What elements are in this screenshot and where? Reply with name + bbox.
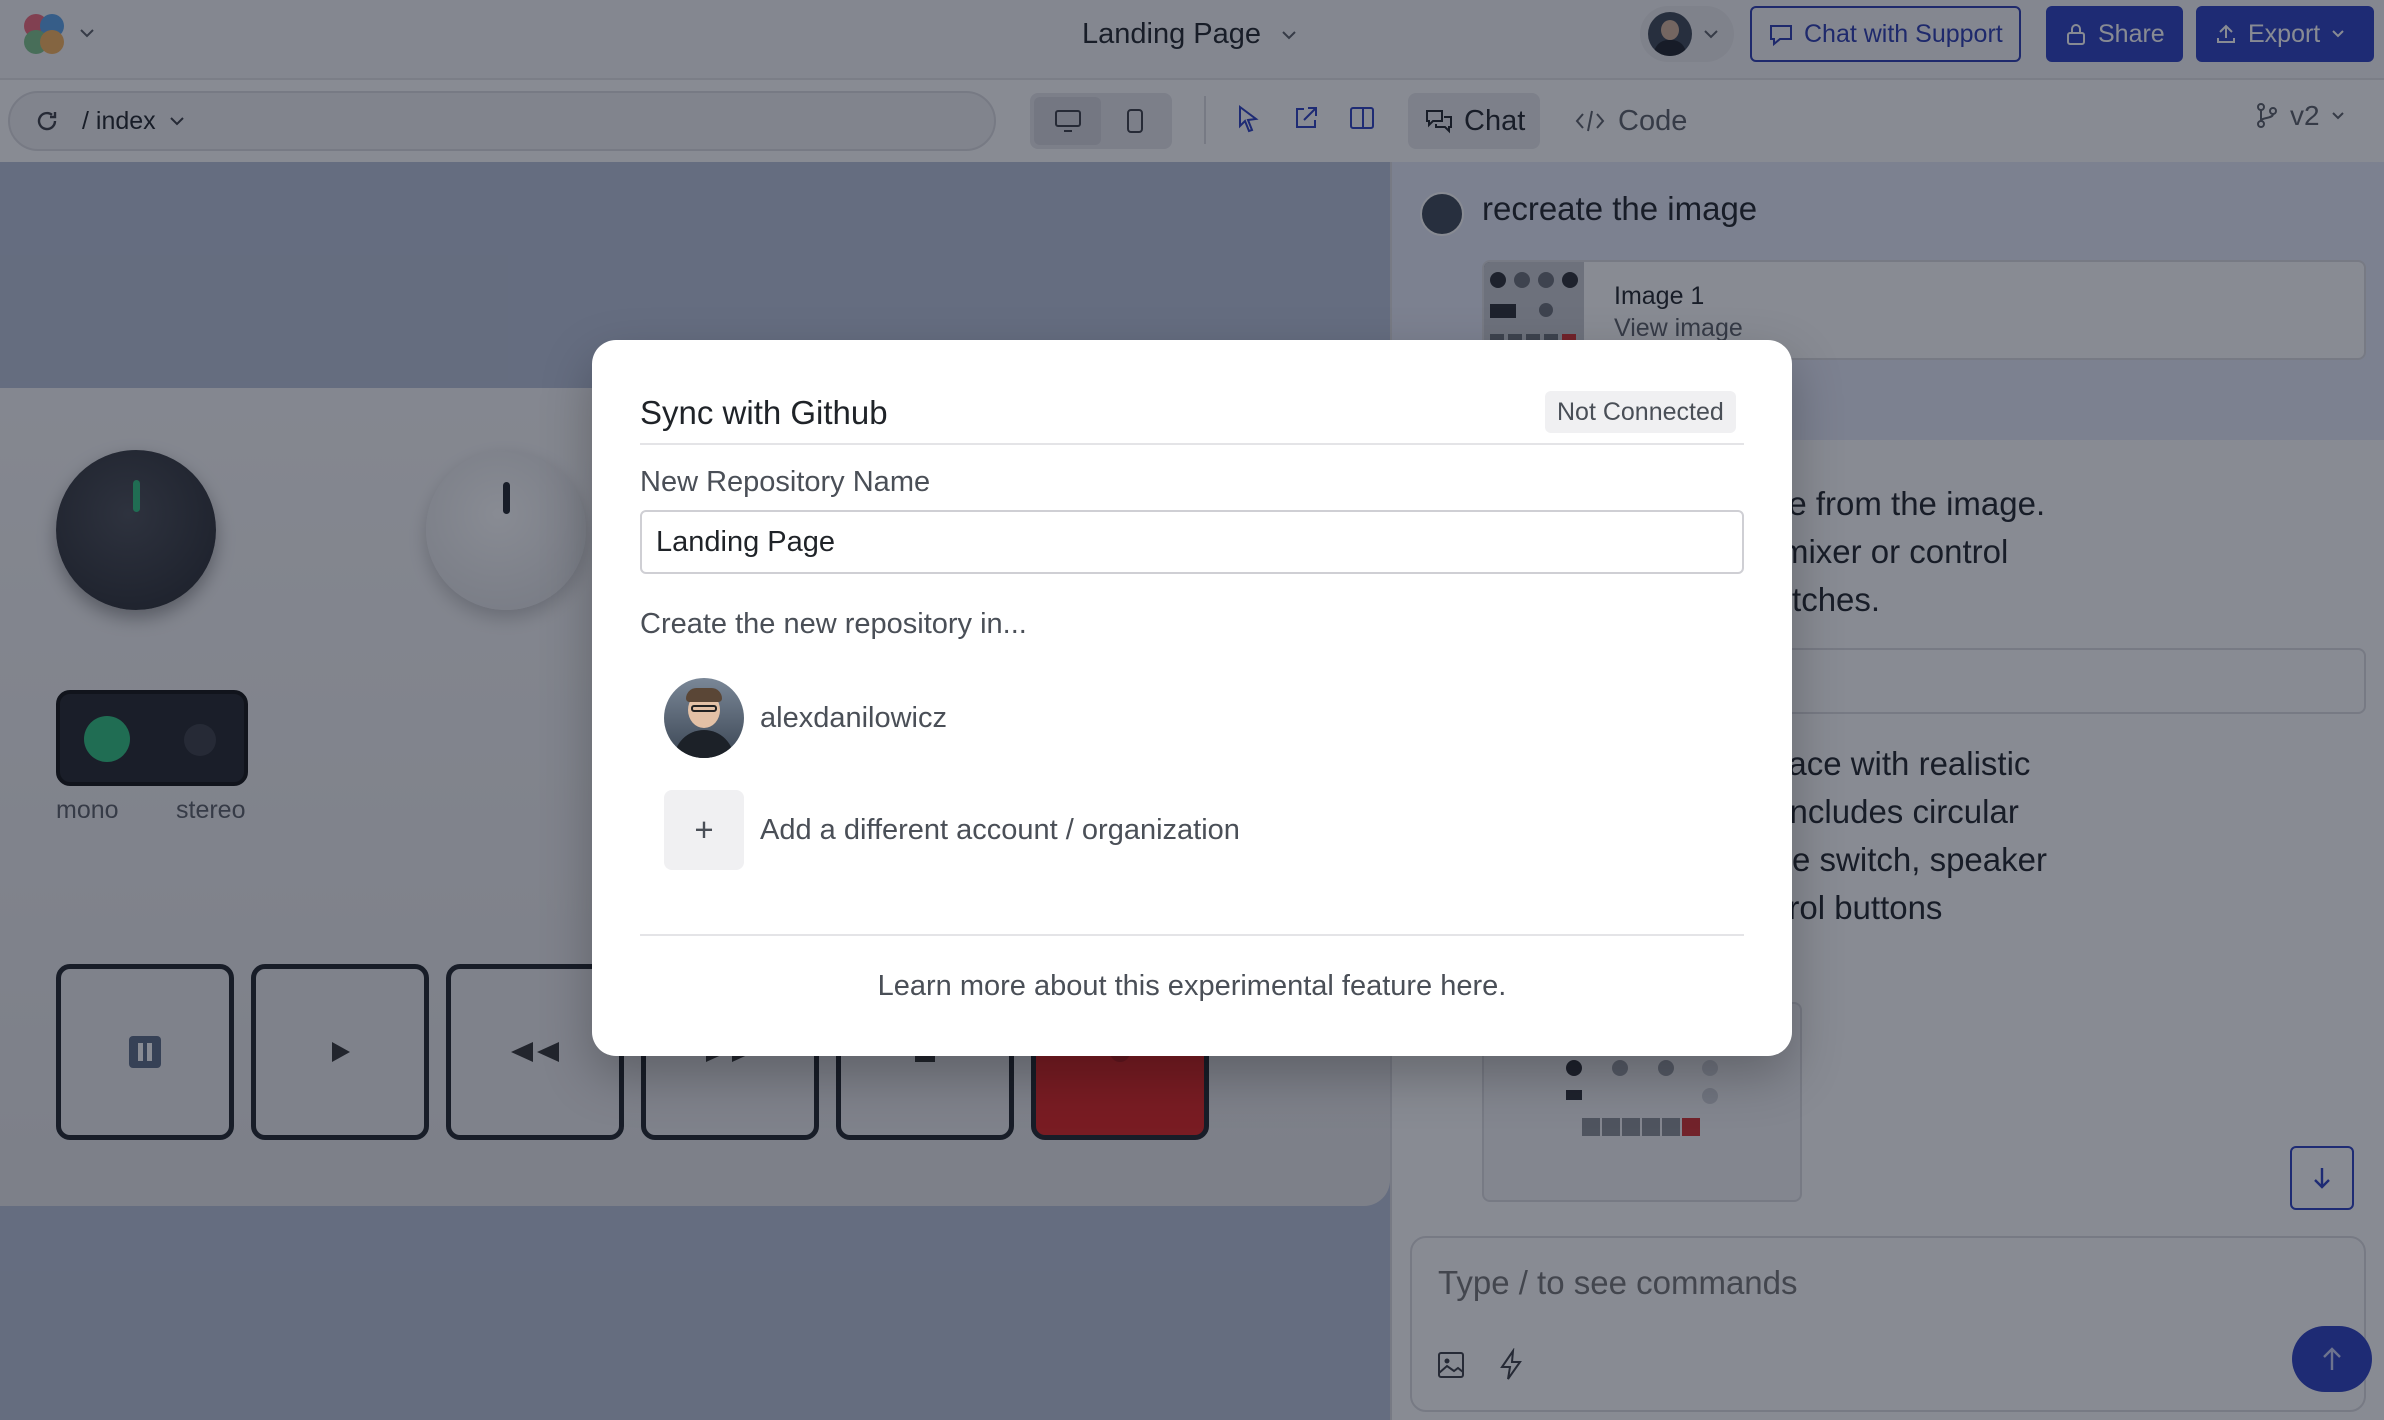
- repo-name-label: New Repository Name: [640, 466, 931, 498]
- account-option[interactable]: alexdanilowicz: [664, 678, 947, 758]
- learn-more-link[interactable]: Learn more about this experimental featu…: [592, 970, 1792, 1003]
- add-account-label: Add a different account / organization: [760, 813, 1240, 846]
- dialog-title: Sync with Github: [640, 394, 888, 431]
- divider: [640, 934, 1744, 936]
- plus-icon: +: [664, 790, 744, 870]
- account-name: alexdanilowicz: [760, 701, 947, 734]
- sync-github-dialog: Sync with Github Not Connected New Repos…: [592, 340, 1792, 1056]
- status-badge: Not Connected: [1545, 391, 1736, 433]
- divider: [640, 443, 1744, 445]
- add-account-option[interactable]: + Add a different account / organization: [664, 790, 1240, 870]
- avatar: [664, 678, 744, 758]
- create-in-label: Create the new repository in...: [640, 608, 1027, 640]
- repo-name-input[interactable]: [640, 510, 1744, 574]
